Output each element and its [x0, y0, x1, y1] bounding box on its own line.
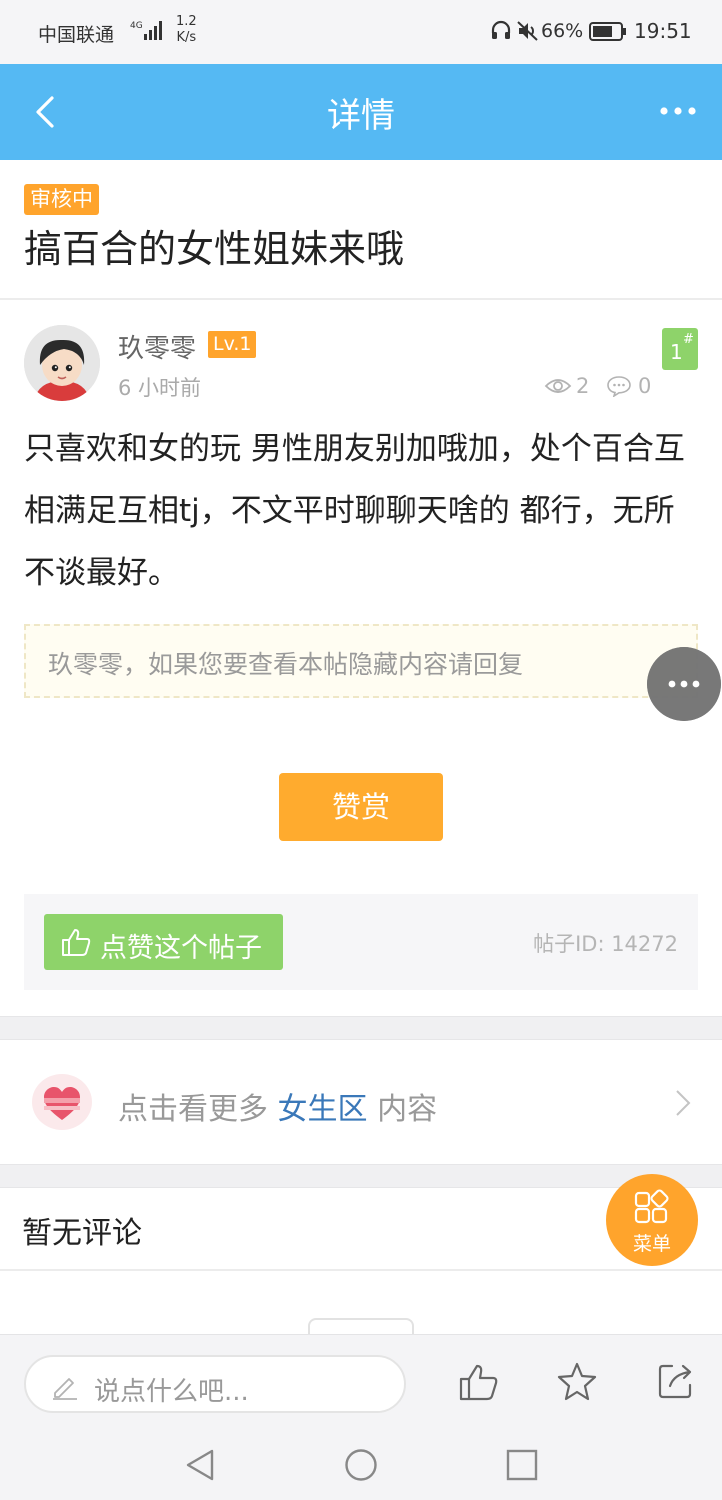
hidden-content-text: 玖零零，如果您要查看本帖隐藏内容请回复 [48, 650, 524, 679]
floor-number: 1 [670, 340, 683, 364]
nav-home-icon[interactable] [344, 1448, 378, 1482]
signal-icon: 4G [130, 21, 162, 40]
review-status-badge: 审核中 [24, 184, 99, 215]
top-app-bar: 详情 [0, 64, 722, 160]
menu-fab-label: 菜单 [632, 1233, 671, 1255]
battery-icon [589, 22, 626, 41]
more-dots-icon[interactable] [658, 94, 698, 128]
more-prefix: 点击看更多 [118, 1092, 268, 1127]
post-like-panel: 点赞这个帖子 帖子ID: 14272 [24, 894, 698, 990]
more-content-text: 点击看更多 女生区 内容 [118, 1084, 437, 1128]
section-gap [0, 1164, 722, 1188]
section-name: 女生区 [277, 1092, 368, 1127]
view-count: 2 [544, 374, 589, 398]
avatar-image [24, 325, 100, 401]
thumbs-up-icon[interactable] [458, 1361, 500, 1403]
hidden-content-notice: 玖零零，如果您要查看本帖隐藏内容请回复 [24, 624, 698, 698]
menu-fab[interactable]: 菜单 [606, 1174, 698, 1266]
comment-input[interactable]: 说点什么吧... [24, 1355, 406, 1413]
post-body: 只喜欢和女的玩 男性朋友别加哦加，处个百合互相满足互相tj，不文平时聊聊天啥的 … [24, 431, 685, 591]
reward-button[interactable]: 赞赏 [279, 773, 443, 841]
post-title: 搞百合的女性姐妹来哦 [24, 227, 405, 271]
eye-icon [544, 379, 572, 393]
view-count-value: 2 [576, 374, 590, 398]
comment-placeholder: 说点什么吧... [94, 1377, 249, 1407]
nav-recent-apps-icon[interactable] [506, 1449, 538, 1481]
share-icon[interactable] [656, 1361, 696, 1401]
author-name[interactable]: 玖零零 [118, 328, 196, 365]
grid-menu-icon [634, 1189, 669, 1224]
floating-more-icon[interactable] [647, 647, 721, 721]
thumbs-up-icon [62, 929, 91, 956]
headset-icon [491, 20, 511, 39]
divider [0, 298, 722, 300]
heart-icon [32, 1074, 92, 1130]
user-level-badge: Lv.1 [208, 331, 257, 358]
chevron-right-icon [676, 1090, 691, 1116]
floor-mark: # [683, 332, 694, 347]
divider [0, 1269, 722, 1271]
like-post-label: 点赞这个帖子 [100, 933, 262, 964]
nav-back-icon[interactable] [184, 1448, 216, 1482]
post-id: 帖子ID: 14272 [533, 932, 678, 956]
avatar[interactable] [24, 325, 100, 401]
network-speed: 1.2 K/s [176, 14, 197, 46]
status-bar: 中国联通 4G 1.2 K/s 66% 19:51 [0, 0, 722, 64]
comment-bubble-icon [607, 376, 631, 397]
pencil-icon [53, 1378, 77, 1400]
star-icon[interactable] [556, 1361, 598, 1403]
speed-unit: K/s [176, 30, 197, 45]
battery-percent: 66% [541, 20, 584, 42]
more-suffix: 内容 [377, 1092, 438, 1127]
comment-count-value: 0 [638, 374, 652, 398]
comment-count: 0 [606, 374, 651, 398]
mute-icon [517, 21, 538, 41]
speed-value: 1.2 [176, 14, 197, 29]
bottom-action-bar: 说点什么吧... [0, 1334, 722, 1430]
system-nav-bar [0, 1430, 722, 1500]
clock: 19:51 [634, 19, 692, 43]
more-from-section-link[interactable]: 点击看更多 女生区 内容 [0, 1040, 722, 1164]
section-gap [0, 1016, 722, 1040]
page-title: 详情 [327, 96, 395, 136]
no-comments-text: 暂无评论 [22, 1216, 142, 1251]
post-time: 6 小时前 [118, 376, 202, 400]
floor-badge: 1 # [662, 328, 698, 370]
network-type: 4G [130, 21, 143, 31]
like-post-button[interactable]: 点赞这个帖子 [44, 914, 283, 970]
carrier-name: 中国联通 [38, 24, 115, 46]
